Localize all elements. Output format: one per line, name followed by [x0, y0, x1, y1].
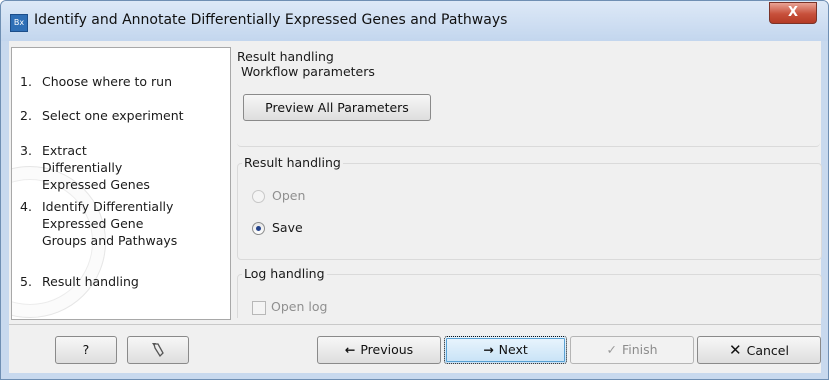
open-log-label: Open log	[271, 299, 328, 314]
open-option-label: Open	[272, 188, 306, 203]
main-panel: Result handling Workflow parameters Prev…	[237, 47, 822, 318]
arrow-left-icon: ←	[344, 342, 356, 357]
window-title: Identify and Annotate Differentially Exp…	[34, 12, 508, 28]
preview-all-parameters-button[interactable]: Preview All Parameters	[243, 94, 431, 121]
step-label: Identify Differentially Expressed Gene G…	[42, 199, 178, 248]
log-handling-group: Log handling Open log	[237, 266, 822, 318]
workflow-parameters-group: Workflow parameters Preview All Paramete…	[237, 64, 820, 147]
dialog-body: 1. Choose where to run 2. Select one exp…	[9, 41, 822, 373]
step-item-extract-genes: 3. Extract Differentially Expressed Gene…	[20, 142, 170, 193]
reset-icon	[152, 343, 164, 358]
step-label: Result handling	[42, 274, 139, 289]
save-radio-icon[interactable]	[252, 222, 265, 235]
arrow-right-icon: →	[483, 342, 494, 357]
help-button[interactable]: ?	[55, 336, 117, 364]
cancel-button[interactable]: ✕ Cancel	[697, 336, 821, 364]
finish-button[interactable]: ✓ Finish	[570, 336, 694, 364]
group-label: Workflow parameters	[239, 64, 377, 79]
open-log-checkbox[interactable]	[252, 301, 266, 315]
cancel-label: Cancel	[746, 343, 789, 358]
previous-label: Previous	[360, 342, 414, 357]
footer-divider	[9, 324, 821, 325]
finish-label: Finish	[621, 342, 658, 357]
step-item-select-experiment: 2. Select one experiment	[20, 108, 184, 123]
step-item-result-handling: 5. Result handling	[20, 274, 139, 289]
next-button[interactable]: → Next	[444, 336, 567, 364]
close-button[interactable]: X	[769, 2, 817, 24]
dialog-window: Bx Identify and Annotate Differentially …	[0, 0, 829, 380]
step-item-identify-pathways: 4. Identify Differentially Expressed Gen…	[20, 198, 190, 249]
app-icon: Bx	[10, 14, 28, 32]
step-item-choose-where-to-run: 1. Choose where to run	[20, 74, 172, 89]
result-handling-group: Result handling Open Save	[237, 155, 822, 260]
next-label: Next	[498, 342, 528, 357]
group-label: Result handling	[242, 155, 343, 170]
step-label: Choose where to run	[42, 74, 172, 89]
step-label: Select one experiment	[42, 108, 184, 123]
close-icon: ✕	[729, 341, 742, 359]
previous-button[interactable]: ← Previous	[317, 336, 441, 364]
step-label: Extract Differentially Expressed Genes	[42, 143, 150, 192]
title-bar: Bx Identify and Annotate Differentially …	[1, 1, 828, 41]
save-option-label: Save	[272, 220, 303, 235]
reset-button[interactable]	[127, 336, 189, 364]
open-radio-icon[interactable]	[252, 190, 265, 203]
page-title: Result handling	[237, 49, 334, 64]
wizard-steps-panel: 1. Choose where to run 2. Select one exp…	[11, 47, 231, 320]
group-label: Log handling	[242, 266, 327, 281]
checkmark-icon: ✓	[606, 342, 617, 357]
